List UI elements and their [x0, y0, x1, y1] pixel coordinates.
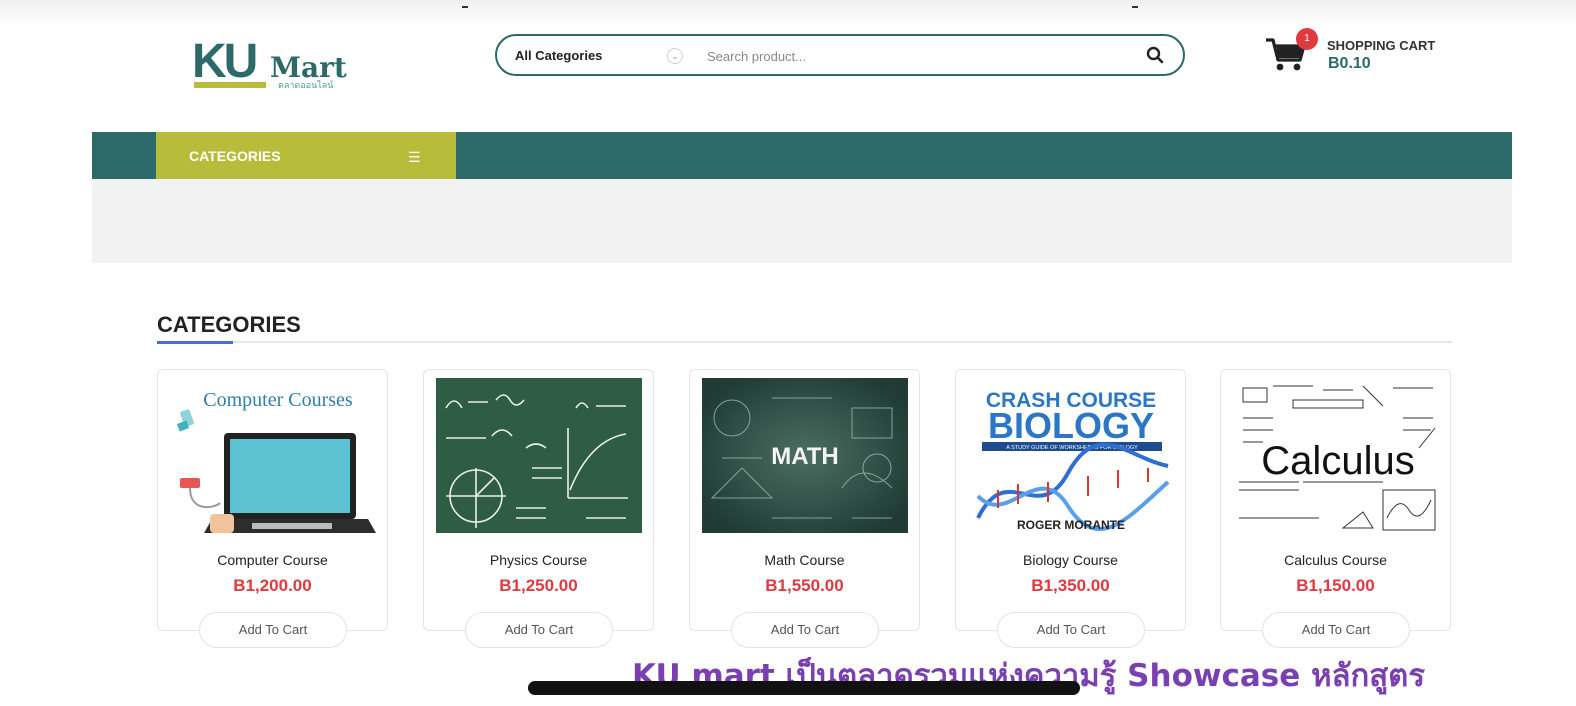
add-to-cart-button[interactable]: Add To Cart — [731, 612, 879, 648]
product-card-computer[interactable]: Computer Courses Computer Course B1,200.… — [157, 369, 388, 648]
logo-subtext: ตลาดออนไลน์ — [278, 80, 334, 90]
product-image[interactable]: MATH — [702, 378, 908, 533]
site-logo[interactable]: KU Mart ตลาดออนไลน์ — [192, 36, 372, 96]
product-image[interactable] — [436, 378, 642, 533]
category-select[interactable]: All Categories — [515, 48, 602, 63]
calculus-sketch-illustration: Calculus — [1233, 378, 1439, 533]
logo-text: KU — [192, 35, 258, 88]
divider-mark — [462, 6, 468, 8]
product-name[interactable]: Computer Course — [158, 552, 387, 568]
cart-total: B0.10 — [1328, 55, 1371, 72]
cover-author: ROGER MORANTE — [1017, 518, 1125, 532]
divider-mark — [1132, 6, 1138, 8]
cover-title-line2: BIOLOGY — [988, 405, 1154, 446]
home-indicator-bar[interactable] — [528, 681, 1080, 695]
section-title: CATEGORIES — [157, 312, 301, 337]
product-card-biology[interactable]: CRASH COURSE BIOLOGY A STUDY GUIDE OF WO… — [955, 369, 1186, 648]
chevron-down-icon[interactable]: ⌄ — [667, 48, 683, 64]
banner-area — [92, 179, 1512, 263]
computer-course-illustration: Computer Courses — [170, 378, 376, 533]
cart-count-badge: 1 — [1296, 28, 1318, 50]
logo-underline — [194, 82, 266, 88]
cart-label[interactable]: SHOPPING CART — [1327, 38, 1435, 53]
image-title: Computer Courses — [203, 389, 353, 411]
math-chalkboard-illustration: MATH — [702, 378, 908, 533]
product-image[interactable]: Calculus — [1233, 378, 1439, 533]
search-input[interactable] — [707, 44, 1127, 68]
search-icon[interactable] — [1145, 45, 1165, 65]
product-card-math[interactable]: MATH Math Course B1,550.00 Add To Cart — [689, 369, 920, 648]
add-to-cart-button[interactable]: Add To Cart — [997, 612, 1145, 648]
biology-book-cover: CRASH COURSE BIOLOGY A STUDY GUIDE OF WO… — [968, 378, 1174, 533]
image-title: Calculus — [1261, 439, 1414, 483]
window-top-strip — [0, 0, 1576, 26]
image-title: MATH — [771, 443, 839, 470]
product-name[interactable]: Physics Course — [424, 552, 653, 568]
product-price: B1,150.00 — [1296, 576, 1375, 595]
product-image[interactable]: CRASH COURSE BIOLOGY A STUDY GUIDE OF WO… — [968, 378, 1174, 533]
product-price: B1,350.00 — [1031, 576, 1110, 595]
section-divider-accent — [157, 341, 233, 344]
search-bar: All Categories ⌄ — [495, 34, 1185, 76]
categories-menu-button[interactable]: CATEGORIES ☰ — [156, 132, 456, 179]
section-divider — [157, 341, 1452, 344]
product-price: B1,550.00 — [765, 576, 844, 595]
product-card-calculus[interactable]: Calculus Calculus Course B1,150.00 Add T… — [1220, 369, 1451, 648]
product-price: B1,250.00 — [499, 576, 578, 595]
chalkboard-formulas-illustration — [436, 378, 642, 533]
hamburger-icon: ☰ — [408, 149, 421, 165]
product-name[interactable]: Calculus Course — [1221, 552, 1450, 568]
add-to-cart-button[interactable]: Add To Cart — [199, 612, 347, 648]
add-to-cart-button[interactable]: Add To Cart — [465, 612, 613, 648]
add-to-cart-button[interactable]: Add To Cart — [1262, 612, 1410, 648]
product-name[interactable]: Math Course — [690, 552, 919, 568]
main-nav-bar: CATEGORIES ☰ — [92, 132, 1512, 179]
product-image[interactable]: Computer Courses — [170, 378, 376, 533]
categories-menu-label: CATEGORIES — [189, 148, 281, 164]
product-name[interactable]: Biology Course — [956, 552, 1185, 568]
product-card-physics[interactable]: Physics Course B1,250.00 Add To Cart — [423, 369, 654, 648]
product-price: B1,200.00 — [233, 576, 312, 595]
